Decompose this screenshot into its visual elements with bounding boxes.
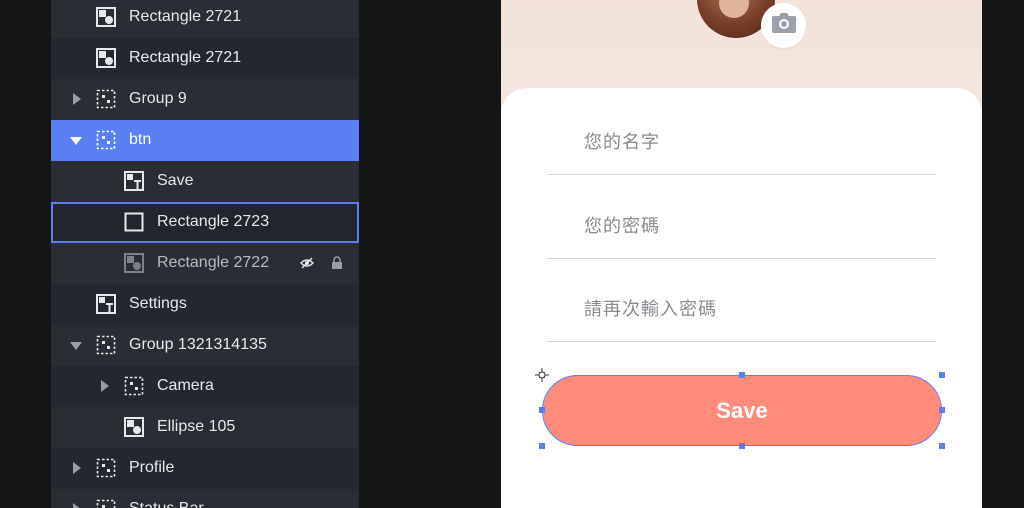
origin-crosshair-icon bbox=[535, 368, 549, 382]
layer-label: Settings bbox=[129, 295, 187, 312]
layer-label: Rectangle 2721 bbox=[129, 49, 242, 66]
canvas-background bbox=[359, 0, 501, 508]
image-layer-icon bbox=[124, 253, 144, 273]
layer-label: Rectangle 2723 bbox=[157, 213, 270, 230]
right-gutter bbox=[982, 0, 1024, 508]
layer-row-group-1321314135[interactable]: Group 1321314135 bbox=[51, 325, 359, 366]
layer-label: Ellipse 105 bbox=[157, 418, 236, 435]
layer-label: Rectangle 2722 bbox=[157, 254, 270, 271]
image-layer-icon bbox=[124, 417, 144, 437]
layer-row-group-9[interactable]: Group 9 bbox=[51, 79, 359, 120]
artboard-settings-screen[interactable]: 您的名字 您的密碼 請再次輸入密碼 Save bbox=[501, 0, 982, 508]
layer-row-profile[interactable]: Profile bbox=[51, 448, 359, 489]
layer-label: Group 9 bbox=[129, 90, 187, 107]
avatar-face bbox=[719, 0, 749, 18]
confirm-password-field[interactable]: 請再次輸入密碼 bbox=[547, 282, 936, 342]
design-editor: Rectangle 2721 Rectangle 2721 Group 9 bt… bbox=[0, 0, 1024, 508]
group-icon bbox=[96, 458, 116, 478]
camera-icon bbox=[771, 12, 797, 39]
image-layer-icon bbox=[96, 48, 116, 68]
layer-row-status-bar[interactable]: Status Bar bbox=[51, 489, 359, 508]
rectangle-icon bbox=[124, 212, 144, 232]
text-layer-icon bbox=[124, 171, 144, 191]
lock-icon[interactable] bbox=[330, 256, 344, 270]
caret-right-icon[interactable] bbox=[71, 503, 83, 508]
layer-row-rectangle-2721[interactable]: Rectangle 2721 bbox=[51, 0, 359, 38]
layer-row-save[interactable]: Save bbox=[51, 161, 359, 202]
group-icon bbox=[96, 499, 116, 508]
save-button[interactable]: Save bbox=[543, 375, 941, 446]
layer-label: Status Bar bbox=[129, 500, 204, 508]
name-placeholder: 您的名字 bbox=[584, 132, 660, 153]
caret-right-icon[interactable] bbox=[99, 380, 111, 392]
group-icon bbox=[96, 89, 116, 109]
layer-label: Camera bbox=[157, 377, 214, 394]
layers-panel: Rectangle 2721 Rectangle 2721 Group 9 bt… bbox=[51, 0, 359, 508]
image-layer-icon bbox=[96, 7, 116, 27]
caret-right-icon[interactable] bbox=[71, 462, 83, 474]
group-icon bbox=[96, 335, 116, 355]
layer-row-ellipse-105[interactable]: Ellipse 105 bbox=[51, 407, 359, 448]
layer-row-btn[interactable]: btn bbox=[51, 120, 359, 161]
layer-row-settings[interactable]: Settings bbox=[51, 284, 359, 325]
group-icon bbox=[96, 130, 116, 150]
layer-label: btn bbox=[129, 131, 152, 148]
layer-row-camera[interactable]: Camera bbox=[51, 366, 359, 407]
caret-down-icon[interactable] bbox=[70, 340, 82, 352]
left-gutter bbox=[0, 0, 51, 508]
password-field[interactable]: 您的密碼 bbox=[547, 199, 936, 259]
group-icon bbox=[124, 376, 144, 396]
layer-row-rectangle-2721[interactable]: Rectangle 2721 bbox=[51, 38, 359, 79]
layer-label: Profile bbox=[129, 459, 175, 476]
layer-row-rectangle-2723[interactable]: Rectangle 2723 bbox=[51, 202, 359, 243]
password-placeholder: 您的密碼 bbox=[584, 216, 660, 237]
hidden-eye-icon[interactable] bbox=[300, 256, 314, 270]
caret-down-icon[interactable] bbox=[70, 135, 82, 147]
confirm-password-placeholder: 請再次輸入密碼 bbox=[584, 299, 717, 320]
caret-right-icon[interactable] bbox=[71, 93, 83, 105]
name-field[interactable]: 您的名字 bbox=[547, 115, 936, 175]
camera-button[interactable] bbox=[761, 3, 806, 48]
layer-label: Group 1321314135 bbox=[129, 336, 267, 353]
layer-row-rectangle-2722[interactable]: Rectangle 2722 bbox=[51, 243, 359, 284]
layer-label: Rectangle 2721 bbox=[129, 8, 242, 25]
text-layer-icon bbox=[96, 294, 116, 314]
layer-label: Save bbox=[157, 172, 194, 189]
